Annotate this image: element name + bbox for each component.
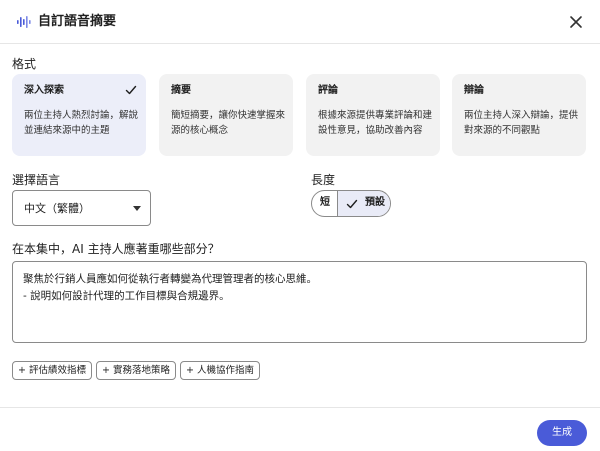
- length-option-default[interactable]: 預設: [338, 191, 390, 216]
- card-description: 簡短摘要，讓你快速掌握來源的核心概念: [171, 110, 286, 136]
- language-select[interactable]: 中文（繁體）: [12, 190, 151, 226]
- focus-textarea[interactable]: 聚焦於行銷人員應如何從執行者轉變為代理管理者的核心思維。 - 說明如何設計代理的…: [12, 261, 587, 343]
- chip-human-ai-guide[interactable]: + 人機協作指南: [180, 361, 260, 380]
- generate-button[interactable]: 生成: [537, 420, 587, 446]
- caret-down-icon: [133, 206, 141, 211]
- language-value: 中文（繁體）: [24, 202, 90, 215]
- audio-waveform-icon: [17, 16, 31, 28]
- card-title: 評論: [318, 85, 338, 96]
- card-description: 根據來源提供專業評論和建設性意見，協助改善內容: [318, 110, 433, 136]
- format-label: 格式: [12, 57, 37, 71]
- card-title: 摘要: [171, 85, 191, 96]
- footer-divider: [0, 407, 600, 408]
- length-option-label: 預設: [365, 197, 385, 208]
- card-title: 深入探索: [24, 85, 64, 96]
- language-label: 選擇語言: [12, 173, 61, 187]
- dialog-header: 自訂語音摘要: [0, 0, 600, 44]
- card-description: 兩位主持人熱烈討論，解說並連結來源中的主題: [24, 110, 139, 136]
- card-title: 辯論: [464, 85, 484, 96]
- length-option-label: 短: [320, 197, 330, 208]
- length-option-short[interactable]: 短: [312, 191, 338, 216]
- check-icon: [125, 85, 137, 95]
- focus-text-line: - 說明如何設計代理的工作目標與合規邊界。: [23, 290, 230, 302]
- dialog-title: 自訂語音摘要: [38, 14, 117, 29]
- card-description: 兩位主持人深入辯論，提供對來源的不同觀點: [464, 110, 579, 136]
- format-card-debate[interactable]: 辯論 兩位主持人深入辯論，提供對來源的不同觀點: [452, 74, 586, 156]
- chip-implementation-strategy[interactable]: + 實務落地策略: [96, 361, 176, 380]
- close-icon[interactable]: [566, 12, 586, 32]
- format-card-critique[interactable]: 評論 根據來源提供專業評論和建設性意見，協助改善內容: [306, 74, 440, 156]
- length-toggle: 短 預設: [311, 190, 391, 217]
- focus-text-line: 聚焦於行銷人員應如何從執行者轉變為代理管理者的核心思維。: [23, 273, 317, 285]
- chip-performance-metrics[interactable]: + 評估績效指標: [12, 361, 92, 380]
- format-card-deep-dive[interactable]: 深入探索 兩位主持人熱烈討論，解說並連結來源中的主題: [12, 74, 146, 156]
- check-icon: [346, 199, 358, 209]
- length-label: 長度: [311, 173, 336, 187]
- focus-label: 在本集中，AI 主持人應著重哪些部分？: [12, 242, 220, 256]
- format-card-summary[interactable]: 摘要 簡短摘要，讓你快速掌握來源的核心概念: [159, 74, 293, 156]
